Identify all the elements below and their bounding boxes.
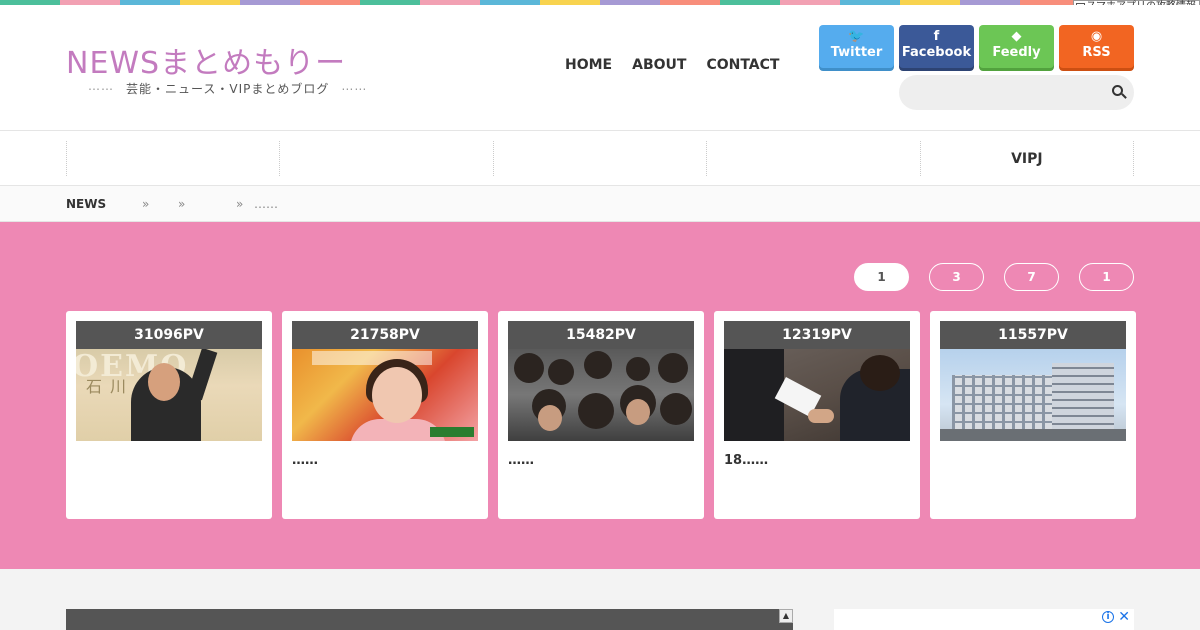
ad-info-icon[interactable]: i: [1102, 611, 1114, 623]
breadcrumb: NEWS » » » ……: [0, 186, 1200, 222]
twitter-button[interactable]: 🐦 Twitter: [819, 25, 894, 68]
search-input[interactable]: [899, 75, 1134, 110]
post-title[interactable]: 18……: [724, 453, 910, 468]
facebook-label: Facebook: [901, 45, 972, 60]
tagline-text: 芸能・ニュース・VIPまとめブログ: [126, 82, 330, 96]
category-item-vipj[interactable]: VIPJ: [919, 141, 1135, 176]
rss-button[interactable]: ◉ RSS: [1059, 25, 1134, 68]
feedly-label: Feedly: [992, 45, 1041, 60]
twitter-label: Twitter: [830, 45, 883, 60]
content-ad-panel[interactable]: [66, 609, 793, 630]
post-thumbnail[interactable]: [508, 349, 694, 441]
post-card[interactable]: 11557PV: [930, 311, 1136, 519]
feedly-icon: ◆: [1011, 29, 1022, 44]
post-title[interactable]: ……: [508, 453, 694, 468]
pageview-count: 15482PV: [508, 321, 694, 349]
feedly-button[interactable]: ◆ Feedly: [979, 25, 1054, 68]
category-item[interactable]: [66, 141, 279, 176]
breadcrumb-home[interactable]: NEWS: [66, 197, 106, 211]
ranking-tab[interactable]: 1: [1079, 263, 1134, 291]
category-item[interactable]: [492, 141, 706, 176]
breadcrumb-separator: »: [142, 197, 150, 211]
pageview-count: 21758PV: [292, 321, 478, 349]
popular-posts-section: 1 3 7 1 31096PV OEMO 石川 21758PV …… 15482…: [0, 222, 1200, 569]
post-card[interactable]: 15482PV ……: [498, 311, 704, 519]
ranking-tab[interactable]: 1: [854, 263, 909, 291]
breadcrumb-separator: »: [178, 197, 186, 211]
facebook-button[interactable]: f Facebook: [899, 25, 974, 68]
facebook-icon: f: [933, 29, 940, 44]
post-card[interactable]: 31096PV OEMO 石川: [66, 311, 272, 519]
post-thumbnail[interactable]: [940, 349, 1126, 441]
ranking-period-tabs: 1 3 7 1: [854, 263, 1134, 291]
ad-close-icon[interactable]: ✕: [1118, 609, 1130, 625]
rss-label: RSS: [1082, 45, 1111, 60]
pageview-count: 11557PV: [940, 321, 1126, 349]
nav-contact[interactable]: CONTACT: [706, 57, 779, 73]
scroll-up-arrow-icon[interactable]: ▲: [779, 609, 793, 623]
post-card[interactable]: 21758PV ……: [282, 311, 488, 519]
post-thumbnail[interactable]: [292, 349, 478, 441]
pageview-count: 31096PV: [76, 321, 262, 349]
social-buttons: 🐦 Twitter f Facebook ◆ Feedly ◉ RSS: [819, 25, 1134, 68]
sidebar-ad[interactable]: i ✕: [834, 609, 1134, 630]
breadcrumb-separator: »: [236, 197, 244, 211]
ranking-tab[interactable]: 3: [929, 263, 984, 291]
post-title[interactable]: ……: [292, 453, 478, 468]
tagline-dots-right: ⋯⋯: [341, 82, 368, 96]
nav-about[interactable]: ABOUT: [632, 57, 686, 73]
twitter-icon: 🐦: [848, 29, 865, 44]
search-icon[interactable]: [1112, 85, 1123, 96]
site-tagline: ⋯⋯ 芸能・ニュース・VIPまとめブログ ⋯⋯: [76, 80, 379, 97]
category-bar: VIPJ: [0, 130, 1200, 186]
post-thumbnail[interactable]: OEMO 石川: [76, 349, 262, 441]
rss-icon: ◉: [1090, 29, 1103, 44]
ranking-tab[interactable]: 7: [1004, 263, 1059, 291]
tagline-dots-left: ⋯⋯: [88, 82, 114, 96]
pageview-count: 12319PV: [724, 321, 910, 349]
site-logo[interactable]: NEWSまとめもりー: [66, 38, 346, 82]
breadcrumb-current: ……: [254, 197, 278, 211]
site-header: NEWSまとめもりー ⋯⋯ 芸能・ニュース・VIPまとめブログ ⋯⋯ HOME AB…: [0, 5, 1200, 130]
post-thumbnail[interactable]: [724, 349, 910, 441]
main-nav: HOME ABOUT CONTACT: [565, 57, 779, 73]
category-item[interactable]: [279, 141, 492, 176]
category-item[interactable]: [706, 141, 919, 176]
nav-home[interactable]: HOME: [565, 57, 612, 73]
post-card[interactable]: 12319PV 18……: [714, 311, 920, 519]
popular-post-cards: 31096PV OEMO 石川 21758PV …… 15482PV …… 12…: [66, 311, 1136, 519]
